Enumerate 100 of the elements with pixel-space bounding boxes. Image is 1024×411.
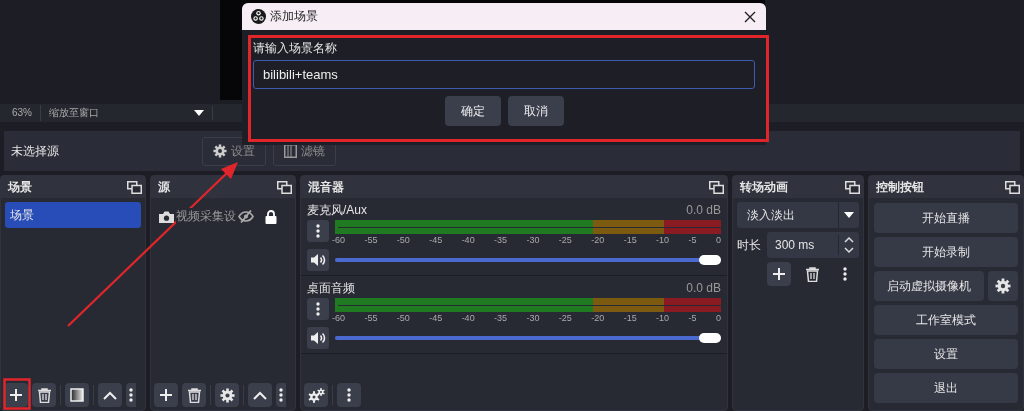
close-icon[interactable]	[744, 10, 756, 23]
zoom-level: 63%	[0, 105, 41, 121]
add-transition-button[interactable]	[767, 262, 791, 286]
panel-title: 源	[158, 178, 170, 196]
more-button[interactable]	[126, 383, 136, 407]
scale-label: -55	[364, 234, 378, 246]
scale-label: -15	[623, 312, 637, 324]
scale-label: -5	[688, 312, 697, 324]
control-button[interactable]: 开始录制	[874, 237, 1018, 267]
channel-menu-button[interactable]	[307, 220, 329, 242]
chevron-up-icon	[103, 390, 117, 400]
more-button[interactable]	[337, 383, 361, 407]
dialog-title: 添加场景	[270, 8, 319, 25]
slider-thumb[interactable]	[699, 333, 721, 343]
remove-scene-button[interactable]	[32, 383, 56, 407]
scale-label: -45	[429, 312, 443, 324]
mute-button[interactable]	[307, 249, 329, 271]
scale-label: -10	[656, 312, 670, 324]
scale-label: -15	[623, 234, 637, 246]
scale-label: -5	[688, 234, 697, 246]
move-up-button[interactable]	[248, 383, 272, 407]
more-button[interactable]	[276, 383, 286, 407]
control-button[interactable]: 退出	[874, 373, 1018, 403]
scale-label: -25	[558, 234, 572, 246]
speaker-icon	[310, 253, 326, 267]
panel-title: 控制按钮	[876, 178, 924, 196]
channel-menu-button[interactable]	[307, 298, 329, 320]
highlight-frame	[3, 378, 31, 410]
transition-dropdown[interactable]: 淡入淡出	[737, 202, 859, 228]
trash-icon	[805, 266, 819, 282]
dropdown-arrow-icon	[194, 110, 204, 116]
move-up-button[interactable]	[98, 383, 122, 407]
filter-icon	[284, 144, 297, 158]
gear-icon	[995, 278, 1011, 294]
gear-icon	[213, 144, 227, 158]
source-status: 未选择源	[10, 142, 60, 160]
control-button[interactable]: 工作室模式	[874, 305, 1018, 335]
control-button[interactable]: 设置	[874, 339, 1018, 369]
control-button[interactable]: 开始直播	[874, 203, 1018, 233]
undock-icon[interactable]	[277, 180, 292, 194]
scale-label: -40	[461, 234, 475, 246]
source-properties-button[interactable]	[215, 383, 239, 407]
scale-label: -60	[332, 312, 345, 324]
scale-label: -25	[558, 312, 572, 324]
duration-label: 时长	[737, 236, 762, 254]
ok-button[interactable]: 确定	[444, 96, 501, 126]
slider-thumb[interactable]	[699, 255, 721, 265]
volume-reading: 0.0 dB	[686, 281, 721, 295]
lock-icon[interactable]	[265, 209, 277, 224]
virtual-camera-settings-button[interactable]	[988, 271, 1018, 301]
control-button[interactable]: 启动虚拟摄像机	[874, 271, 984, 301]
chevron-up-icon	[253, 390, 267, 400]
add-source-button[interactable]	[154, 383, 178, 407]
panel-title: 场景	[8, 178, 32, 196]
more-icon	[843, 267, 847, 281]
scale-label: -45	[429, 234, 443, 246]
scene-filters-button[interactable]	[65, 383, 89, 407]
trash-icon	[187, 387, 201, 403]
add-icon	[9, 388, 23, 402]
undock-icon[interactable]	[709, 180, 724, 194]
channel-name: 桌面音频	[307, 279, 355, 297]
mute-button[interactable]	[307, 327, 329, 349]
audio-settings-button[interactable]	[304, 383, 328, 407]
channel-name: 麦克风/Aux	[307, 201, 367, 219]
prompt-label: 请输入场景名称	[253, 41, 338, 55]
add-icon	[159, 388, 173, 402]
scale-label: -30	[526, 312, 540, 324]
scale-label: -20	[591, 234, 605, 246]
scale-label: -40	[461, 312, 475, 324]
more-icon	[347, 388, 351, 402]
filter-icon	[70, 388, 84, 402]
app-logo-icon	[251, 9, 266, 24]
undock-icon[interactable]	[845, 180, 860, 194]
dropdown-arrow-icon	[844, 212, 854, 218]
scale-label: -30	[526, 234, 540, 246]
scale-label: -55	[364, 312, 378, 324]
undock-icon[interactable]	[127, 180, 142, 194]
scale-label: -20	[591, 312, 605, 324]
camera-icon	[159, 210, 174, 223]
scale-label: -35	[494, 312, 508, 324]
scale-label: 0	[715, 234, 721, 246]
scene-item[interactable]: 场景	[5, 202, 141, 228]
gear-icon	[219, 387, 235, 403]
source-name[interactable]: 视频采集设	[176, 208, 236, 225]
scale-label: -50	[396, 234, 410, 246]
spin-arrows-icon	[844, 235, 854, 255]
duration-field[interactable]: 300 ms	[767, 232, 859, 258]
gears-icon	[307, 387, 325, 403]
eye-slash-icon[interactable]	[238, 210, 254, 223]
scale-label: 0	[715, 312, 721, 324]
panel-title: 混音器	[308, 178, 344, 196]
scale-mode-dropdown[interactable]: 缩放至窗口	[41, 106, 213, 120]
more-icon	[316, 302, 320, 316]
undock-icon[interactable]	[1005, 180, 1020, 194]
cancel-button[interactable]: 取消	[507, 96, 564, 126]
scene-name-field[interactable]: bilibili+teams	[253, 60, 755, 89]
add-scene-button[interactable]	[4, 383, 28, 407]
more-icon	[316, 224, 320, 238]
more-icon	[129, 388, 133, 402]
remove-source-button[interactable]	[182, 383, 206, 407]
